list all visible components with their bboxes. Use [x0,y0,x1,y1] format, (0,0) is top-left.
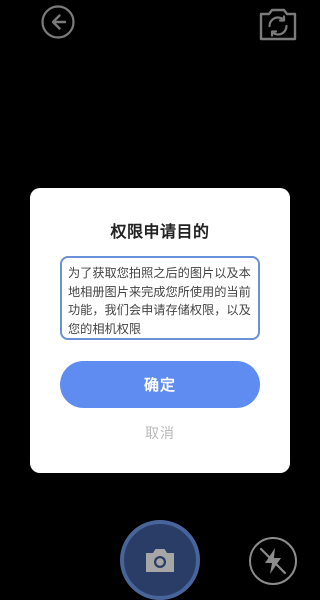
dialog-title: 权限申请目的 [110,222,210,241]
permission-dialog: 权限申请目的 为了获取您拍照之后的图片以及本地相册图片来完成您所使用的当前功能，… [30,188,290,473]
camera-screen: 权限申请目的 为了获取您拍照之后的图片以及本地相册图片来完成您所使用的当前功能，… [0,0,320,600]
switch-camera-button[interactable] [257,4,299,44]
back-arrow-icon [41,5,75,39]
flash-toggle-button[interactable] [248,536,298,586]
back-button[interactable] [40,4,76,40]
dialog-message: 为了获取您拍照之后的图片以及本地相册图片来完成您所使用的当前功能，我们会申请存储… [60,256,260,340]
flash-off-icon [249,537,297,585]
switch-camera-icon [259,8,297,41]
confirm-button[interactable]: 确定 [60,361,260,408]
shutter-button[interactable] [120,520,200,600]
cancel-button[interactable]: 取消 [110,422,210,446]
camera-icon [146,549,174,572]
